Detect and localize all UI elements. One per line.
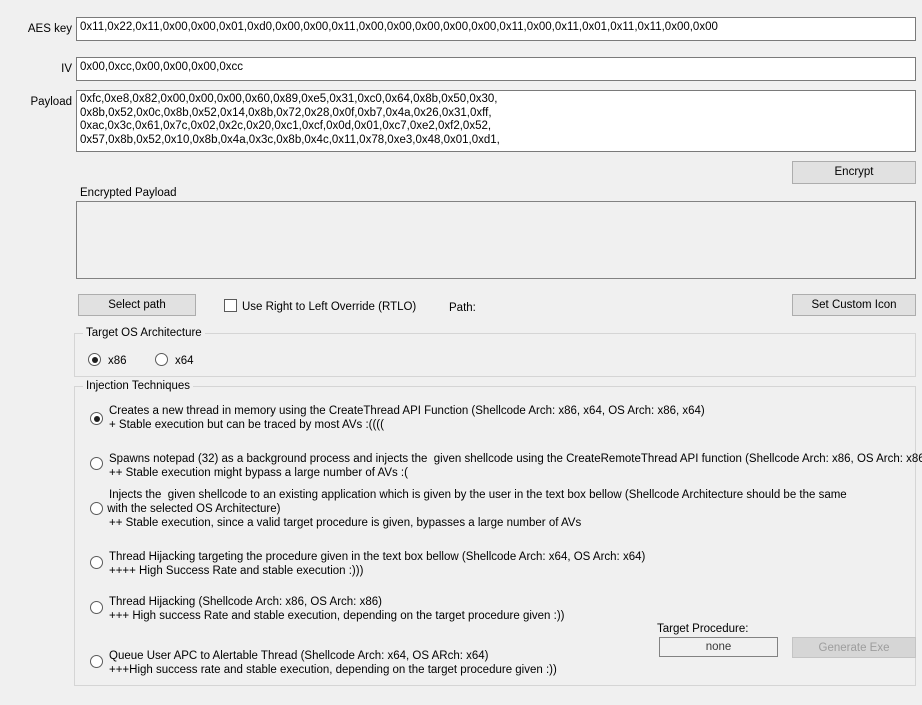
- target-os-architecture-group: Target OS Architecture: [74, 326, 916, 377]
- payload-label: Payload: [30, 96, 72, 108]
- injection-option-6-line-1: Queue User APC to Alertable Thread (Shel…: [109, 650, 489, 662]
- injection-radio-1-circle[interactable]: [90, 412, 103, 425]
- injection-radio-4-circle[interactable]: [90, 556, 103, 569]
- target-os-architecture-title: Target OS Architecture: [83, 326, 205, 340]
- injection-option-4-line-2: ++++ High Success Rate and stable execut…: [109, 565, 364, 577]
- rtlo-checkbox-box[interactable]: [224, 299, 237, 312]
- os-arch-radio-x64[interactable]: [155, 353, 168, 369]
- encrypted-payload-label: Encrypted Payload: [80, 187, 177, 199]
- injection-option-3-line-3: ++ Stable execution, since a valid targe…: [109, 517, 582, 529]
- os-arch-radio-x86-circle[interactable]: [88, 353, 101, 366]
- injection-option-3-line-1: Injects the given shellcode to an existi…: [109, 489, 847, 501]
- rtlo-checkbox[interactable]: [224, 299, 237, 315]
- encrypted-payload-output[interactable]: [76, 201, 916, 279]
- rtlo-checkbox-label: Use Right to Left Override (RTLO): [242, 301, 417, 313]
- injection-option-2-line-2: ++ Stable execution might bypass a large…: [109, 467, 408, 479]
- iv-label: IV: [61, 63, 72, 75]
- injection-radio-6[interactable]: [90, 655, 103, 671]
- os-arch-radio-x64-circle[interactable]: [155, 353, 168, 366]
- os-arch-radio-x86[interactable]: [88, 353, 101, 369]
- injection-radio-4[interactable]: [90, 556, 103, 572]
- injection-option-1-line-1: Creates a new thread in memory using the…: [109, 405, 705, 417]
- injection-radio-3[interactable]: [90, 502, 103, 518]
- injection-option-5-line-2: +++ High success Rate and stable executi…: [109, 610, 565, 622]
- injection-option-5-line-1: Thread Hijacking (Shellcode Arch: x86, O…: [109, 596, 382, 608]
- aes-key-label: AES key: [27, 23, 72, 35]
- payload-input[interactable]: 0xfc,0xe8,0x82,0x00,0x00,0x00,0x60,0x89,…: [76, 90, 916, 152]
- injection-radio-2-circle[interactable]: [90, 457, 103, 470]
- iv-input[interactable]: 0x00,0xcc,0x00,0x00,0x00,0xcc: [76, 57, 916, 81]
- injection-techniques-title: Injection Techniques: [83, 379, 193, 393]
- injection-option-6-line-2: +++High success rate and stable executio…: [109, 664, 557, 676]
- injection-radio-6-circle[interactable]: [90, 655, 103, 668]
- injection-radio-5[interactable]: [90, 601, 103, 617]
- select-path-button[interactable]: Select path: [78, 294, 196, 316]
- injection-option-1-line-2: + Stable execution but can be traced by …: [109, 419, 384, 431]
- injection-radio-5-circle[interactable]: [90, 601, 103, 614]
- injection-radio-1[interactable]: [90, 412, 103, 428]
- injection-option-3-line-2: with the selected OS Architecture): [104, 503, 281, 515]
- set-custom-icon-button[interactable]: Set Custom Icon: [792, 294, 916, 316]
- path-label: Path:: [449, 302, 476, 314]
- aes-key-input[interactable]: 0x11,0x22,0x11,0x00,0x00,0x01,0xd0,0x00,…: [76, 17, 916, 41]
- target-procedure-label: Target Procedure:: [657, 623, 749, 635]
- generate-exe-button[interactable]: Generate Exe: [792, 637, 916, 658]
- os-arch-radio-x86-label: x86: [108, 355, 127, 367]
- injection-radio-2[interactable]: [90, 457, 103, 473]
- injection-radio-3-circle[interactable]: [90, 502, 103, 515]
- injection-option-2-line-1: Spawns notepad (32) as a background proc…: [109, 453, 922, 465]
- injection-option-4-line-1: Thread Hijacking targeting the procedure…: [109, 551, 646, 563]
- encrypt-button[interactable]: Encrypt: [792, 161, 916, 184]
- target-procedure-input[interactable]: none: [659, 637, 778, 657]
- os-arch-radio-x64-label: x64: [175, 355, 194, 367]
